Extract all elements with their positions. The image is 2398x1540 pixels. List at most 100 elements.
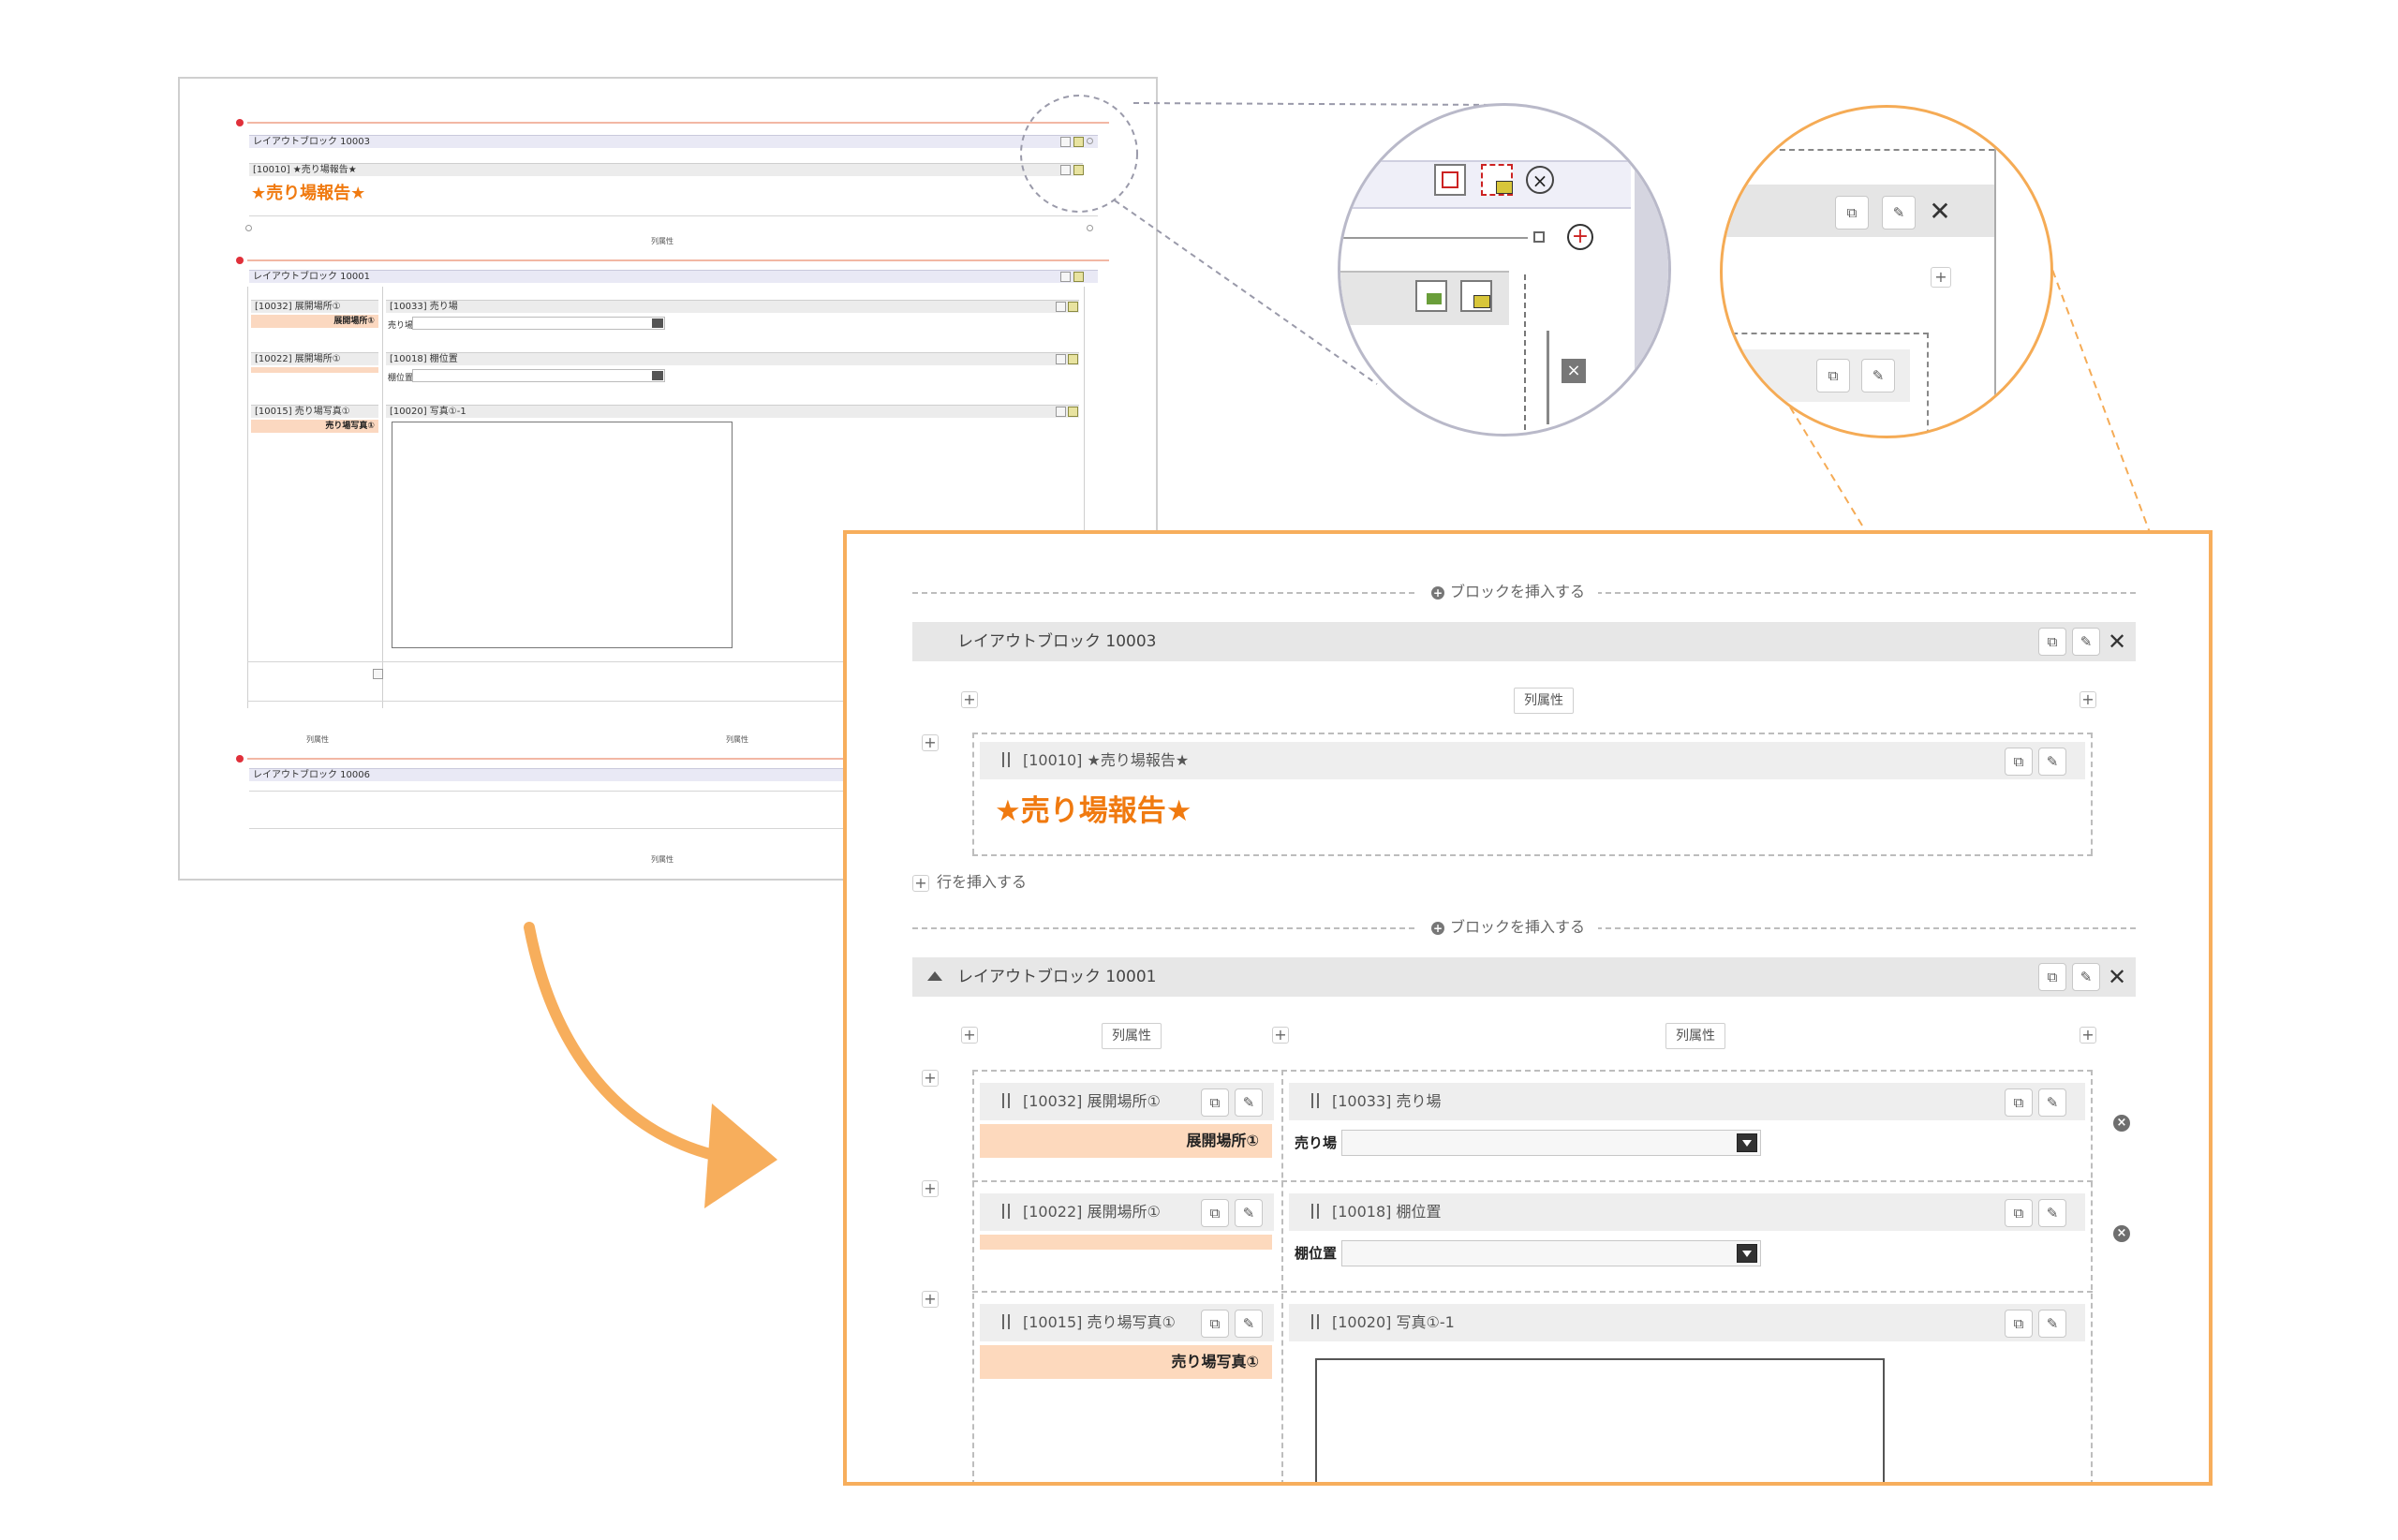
dashed-line <box>972 1070 974 1482</box>
divider <box>1340 237 1528 239</box>
close-icon[interactable]: ✕ <box>1927 198 1953 226</box>
dashed-line <box>1723 333 1929 334</box>
dashed-line <box>972 1070 2093 1072</box>
copy-icon[interactable]: ⧉ <box>2005 1310 2033 1338</box>
copy-icon[interactable]: ⧉ <box>1201 1199 1229 1227</box>
pencil-icon[interactable]: ✎ <box>2038 1310 2066 1338</box>
close-icon[interactable]: ✕ <box>2104 963 2130 991</box>
photo-upload-area[interactable] <box>1315 1358 1885 1482</box>
grip-icon[interactable] <box>1311 1204 1319 1219</box>
dashed-line <box>2091 733 2093 854</box>
copy-icon[interactable] <box>1434 164 1466 196</box>
plus-circle-icon: + <box>1431 921 1444 935</box>
copy-icon[interactable] <box>1415 280 1447 312</box>
dashed-line <box>1524 274 1526 434</box>
copy-icon[interactable]: ⧉ <box>1201 1310 1229 1338</box>
plus-icon[interactable]: + <box>922 1070 939 1087</box>
plus-icon[interactable]: + <box>922 734 939 751</box>
delete-circle-icon[interactable]: × <box>2113 1225 2130 1242</box>
dashed-line <box>972 1291 2093 1293</box>
plus-icon[interactable]: + <box>1272 1027 1289 1044</box>
field-title: [10022] 展開場所① <box>1002 1193 1161 1231</box>
triangle-up-icon[interactable] <box>927 971 942 981</box>
plus-icon[interactable]: + <box>922 1180 939 1197</box>
field-title: [10010] ★売り場報告★ <box>1002 742 1189 779</box>
pencil-icon[interactable]: ✎ <box>1235 1088 1263 1117</box>
plus-icon[interactable]: + <box>961 691 978 708</box>
new-ui-screenshot: + ブロックを挿入する レイアウトブロック 10003 ⧉ ✎ ✕ + 列属性 +… <box>843 530 2213 1486</box>
col-attr-button[interactable]: 列属性 <box>1514 688 1574 714</box>
insert-block-link[interactable]: + ブロックを挿入する <box>1418 583 1599 601</box>
handle-icon[interactable] <box>1533 231 1545 243</box>
field-title: [10032] 展開場所① <box>1002 1083 1161 1120</box>
chevron-down-icon[interactable] <box>1737 1133 1757 1152</box>
insert-row-link[interactable]: + 行を挿入する <box>912 873 1041 892</box>
plus-icon[interactable]: + <box>922 1291 939 1308</box>
grip-icon[interactable] <box>1311 1314 1319 1329</box>
edit-icon[interactable] <box>1481 164 1513 196</box>
dashed-line <box>1281 1070 1283 1482</box>
peach-label: 展開場所① <box>980 1124 1272 1158</box>
field-title: [10018] 棚位置 <box>1311 1193 1441 1231</box>
drag-handle <box>1547 331 1549 424</box>
copy-icon[interactable]: ⧉ <box>1816 359 1850 392</box>
field-label: 売り場 <box>1295 1134 1338 1151</box>
pencil-icon[interactable]: ✎ <box>2038 748 2066 776</box>
zoom-new-ui: ⧉ ✎ ✕ + ⧉ ✎ <box>1720 105 2053 438</box>
plus-icon[interactable]: + <box>961 1027 978 1044</box>
delete-icon[interactable]: × <box>1562 359 1586 383</box>
pencil-icon[interactable]: ✎ <box>2072 628 2100 656</box>
dashed-line <box>972 1180 2093 1182</box>
col-attr-button[interactable]: 列属性 <box>1665 1023 1725 1049</box>
grip-icon[interactable] <box>1002 1314 1010 1329</box>
col-attr-button[interactable]: 列属性 <box>1102 1023 1162 1049</box>
delete-circle-icon[interactable]: × <box>2113 1115 2130 1132</box>
peach-label <box>980 1235 1272 1250</box>
dashed-line <box>972 854 2093 856</box>
close-icon[interactable]: ✕ <box>2104 628 2130 656</box>
copy-icon[interactable]: ⧉ <box>1201 1088 1229 1117</box>
field-label: 棚位置 <box>1295 1245 1338 1262</box>
select-tana[interactable] <box>1341 1240 1761 1266</box>
dashed-line <box>972 733 2093 734</box>
chevron-down-icon[interactable] <box>1737 1244 1757 1263</box>
plus-icon[interactable]: + <box>2080 691 2096 708</box>
pencil-icon[interactable]: ✎ <box>1882 196 1916 230</box>
pencil-icon[interactable]: ✎ <box>2038 1199 2066 1227</box>
plus-icon[interactable]: + <box>2080 1027 2096 1044</box>
plus-circle-icon: + <box>1431 585 1444 600</box>
dashed-line <box>972 733 974 854</box>
pencil-icon[interactable]: ✎ <box>1235 1199 1263 1227</box>
plus-icon[interactable]: + <box>1567 224 1593 250</box>
pencil-icon[interactable]: ✎ <box>1235 1310 1263 1338</box>
select-uriba[interactable] <box>1341 1130 1761 1156</box>
field-title: [10015] 売り場写真① <box>1002 1304 1176 1341</box>
pencil-icon[interactable]: ✎ <box>2072 963 2100 991</box>
copy-icon[interactable]: ⧉ <box>2005 748 2033 776</box>
close-icon[interactable]: × <box>1526 166 1554 194</box>
grip-icon[interactable] <box>1002 1093 1010 1108</box>
copy-icon[interactable]: ⧉ <box>2005 1199 2033 1227</box>
edit-icon[interactable] <box>1460 280 1492 312</box>
dashed-line <box>2091 1070 2093 1482</box>
copy-icon[interactable]: ⧉ <box>2038 628 2066 656</box>
copy-icon[interactable]: ⧉ <box>1835 196 1869 230</box>
dashed-line <box>1723 149 1994 151</box>
block-title: レイアウトブロック 10001 <box>957 968 1157 986</box>
copy-icon[interactable]: ⧉ <box>2005 1088 2033 1117</box>
grip-icon[interactable] <box>1002 752 1010 767</box>
grip-icon[interactable] <box>1311 1093 1319 1108</box>
field-title: [10033] 売り場 <box>1311 1083 1441 1120</box>
zoom-old-ui: × + × <box>1338 103 1671 437</box>
copy-icon[interactable]: ⧉ <box>2038 963 2066 991</box>
zoom-old-scroll <box>1635 106 1668 434</box>
grip-icon[interactable] <box>1002 1204 1010 1219</box>
plus-icon[interactable]: + <box>1931 267 1951 288</box>
insert-block-link[interactable]: + ブロックを挿入する <box>1418 918 1599 937</box>
block-title: レイアウトブロック 10003 <box>957 632 1157 651</box>
pencil-icon[interactable]: ✎ <box>1861 359 1895 392</box>
report-title: ★売り場報告★ <box>995 794 1192 828</box>
pencil-icon[interactable]: ✎ <box>2038 1088 2066 1117</box>
dashed-line <box>1927 333 1929 436</box>
zoom-new-border <box>1994 108 1996 436</box>
